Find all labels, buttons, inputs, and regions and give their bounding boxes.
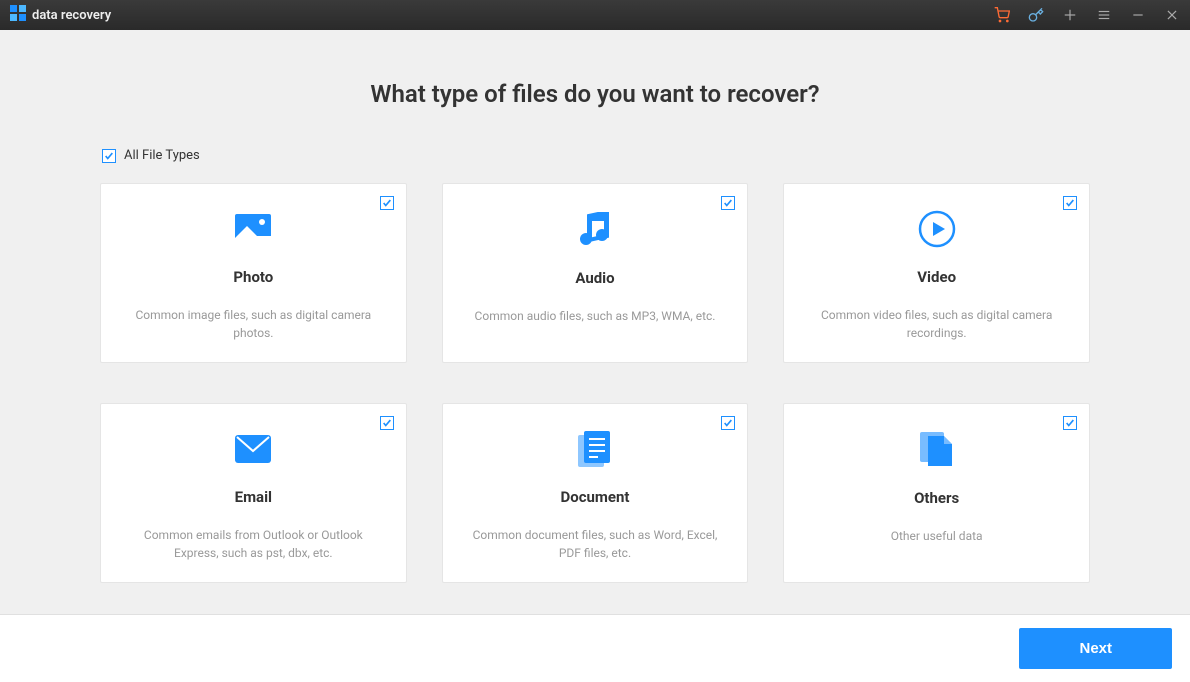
all-file-types-checkbox[interactable] [102, 149, 116, 163]
card-audio-title: Audio [575, 269, 614, 287]
card-video-desc: Common video files, such as digital came… [809, 306, 1064, 342]
card-others[interactable]: Others Other useful data [783, 403, 1090, 583]
titlebar: data recovery [0, 0, 1190, 30]
card-email-title: Email [235, 488, 272, 506]
plus-icon[interactable] [1062, 7, 1078, 23]
card-email[interactable]: Email Common emails from Outlook or Outl… [100, 403, 407, 583]
window-controls [994, 7, 1180, 23]
card-document-desc: Common document files, such as Word, Exc… [468, 526, 723, 562]
page-title: What type of files do you want to recove… [100, 80, 1090, 108]
card-email-desc: Common emails from Outlook or Outlook Ex… [126, 526, 381, 562]
card-email-checkbox[interactable] [380, 416, 394, 430]
card-video[interactable]: Video Common video files, such as digita… [783, 183, 1090, 363]
all-file-types-row[interactable]: All File Types [102, 148, 1090, 163]
card-photo-desc: Common image files, such as digital came… [126, 306, 381, 342]
card-audio-desc: Common audio files, such as MP3, WMA, et… [475, 307, 716, 325]
card-audio[interactable]: Audio Common audio files, such as MP3, W… [442, 183, 749, 363]
menu-icon[interactable] [1096, 7, 1112, 23]
card-document-checkbox[interactable] [721, 416, 735, 430]
key-icon[interactable] [1028, 7, 1044, 23]
card-photo-checkbox[interactable] [380, 196, 394, 210]
all-file-types-label: All File Types [124, 148, 200, 163]
card-others-desc: Other useful data [891, 527, 983, 545]
email-icon [235, 429, 271, 468]
card-video-title: Video [917, 268, 956, 286]
app-logo-icon [10, 5, 26, 25]
minimize-icon[interactable] [1130, 7, 1146, 23]
card-photo[interactable]: Photo Common image files, such as digita… [100, 183, 407, 363]
audio-icon [579, 209, 611, 249]
card-document[interactable]: Document Common document files, such as … [442, 403, 749, 583]
card-video-checkbox[interactable] [1063, 196, 1077, 210]
photo-icon [235, 209, 271, 248]
card-photo-title: Photo [233, 268, 273, 286]
card-document-title: Document [560, 488, 629, 506]
close-icon[interactable] [1164, 7, 1180, 23]
card-others-checkbox[interactable] [1063, 416, 1077, 430]
document-icon [578, 429, 612, 468]
footer: Next [0, 614, 1190, 682]
main-content: What type of files do you want to recove… [0, 30, 1190, 614]
others-icon [920, 429, 954, 469]
cart-icon[interactable] [994, 7, 1010, 23]
video-icon [918, 209, 956, 248]
next-button[interactable]: Next [1019, 628, 1172, 669]
file-type-grid: Photo Common image files, such as digita… [100, 183, 1090, 583]
app-title: data recovery [32, 8, 111, 23]
card-others-title: Others [914, 489, 959, 507]
app-logo: data recovery [10, 5, 111, 25]
card-audio-checkbox[interactable] [721, 196, 735, 210]
